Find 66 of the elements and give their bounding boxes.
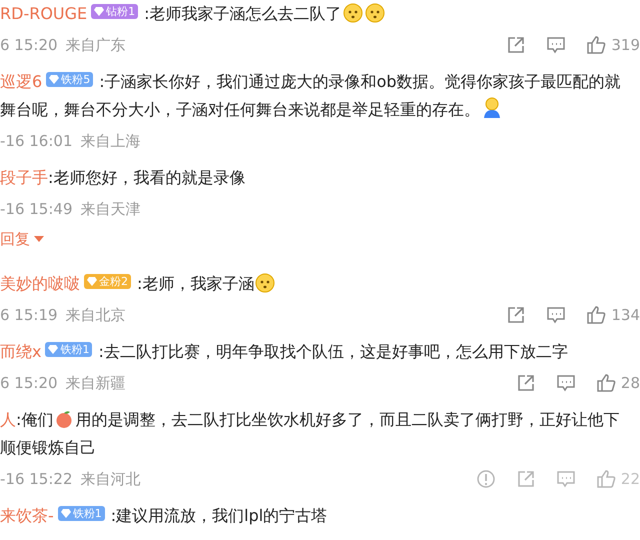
- location-label: 来自新疆: [66, 372, 126, 394]
- thumbs-up-icon: [586, 305, 606, 325]
- location-label: 来自北京: [66, 304, 126, 326]
- username-link[interactable]: 段子手: [0, 168, 48, 187]
- alert-icon: [476, 469, 496, 489]
- fan-badge: 铁粉5: [46, 72, 94, 86]
- share-icon: [506, 305, 526, 325]
- fan-badge: 铁粉1: [58, 506, 105, 520]
- comment-text: :去二队打比赛，明年争取找个队伍，这是好事吧，怎么用下放二字: [98, 342, 568, 361]
- comment-time: -16 16:01: [0, 130, 72, 152]
- comment-text: :建议用流放，我们lpl的宁古塔: [110, 506, 328, 525]
- share-icon: [516, 373, 536, 393]
- thumbs-up-icon: [586, 35, 606, 55]
- username-link[interactable]: 而绕x: [0, 342, 42, 361]
- comment-text: :老师，我家子涵: [137, 274, 276, 293]
- username-link[interactable]: 来饮茶-: [0, 506, 54, 525]
- share-button[interactable]: [506, 35, 526, 55]
- emoji-icon: [364, 3, 385, 23]
- like-button[interactable]: 319: [586, 34, 640, 56]
- username-link[interactable]: RD-ROUGE: [0, 4, 88, 23]
- share-button[interactable]: [516, 469, 536, 489]
- comment-icon: [556, 373, 576, 393]
- like-button[interactable]: 28: [596, 372, 640, 394]
- location-label: 来自天津: [80, 198, 140, 220]
- report-button[interactable]: [476, 469, 496, 489]
- comment-time: 6 15:20: [0, 34, 58, 56]
- fan-badge: 铁粉1: [45, 342, 92, 356]
- comment-time: -16 15:22: [0, 468, 72, 490]
- location-label: 来自广东: [66, 34, 126, 56]
- comment-icon: [546, 305, 566, 325]
- comment-text: 舞台呢，舞台不分大小，子涵对任何舞台来说都是举足轻重的存在。: [0, 96, 504, 124]
- username-link[interactable]: 巡逻6: [0, 72, 42, 91]
- figure-icon: [481, 97, 503, 119]
- share-button[interactable]: [506, 305, 526, 325]
- comment-icon: [556, 469, 576, 489]
- comment-button[interactable]: [556, 373, 576, 393]
- caret-icon: [33, 235, 45, 243]
- comment-button[interactable]: [546, 305, 566, 325]
- comment-text: :老师我家子涵怎么去二队了: [144, 4, 386, 23]
- comment-text: :俺们 用的是调整，去二队打比坐饮水机好多了，而且二队卖了俩打野，正好让他下: [16, 410, 620, 429]
- emoji-icon: [342, 3, 363, 23]
- like-button[interactable]: 134: [586, 304, 640, 326]
- comment-time: -16 15:49: [0, 198, 72, 220]
- replies-toggle[interactable]: 回复: [0, 226, 45, 252]
- share-icon: [506, 35, 526, 55]
- username-link[interactable]: 美妙的啵啵: [0, 274, 80, 293]
- fan-badge: 金粉2: [84, 274, 131, 288]
- thumbs-up-icon: [596, 373, 616, 393]
- comment-icon: [546, 35, 566, 55]
- comment-text: :子涵家长你好，我们通过庞大的录像和ob数据。觉得你家孩子最匹配的就: [99, 72, 621, 91]
- location-label: 来自河北: [80, 468, 140, 490]
- like-button[interactable]: 22: [596, 468, 640, 490]
- comment-time: 6 15:19: [0, 304, 58, 326]
- comment-text: 顺便锻炼自己: [0, 437, 96, 459]
- comment-button[interactable]: [546, 35, 566, 55]
- comment-text: :老师您好，我看的就是录像: [48, 168, 246, 187]
- share-icon: [516, 469, 536, 489]
- fan-badge: 钻粉1: [91, 4, 138, 18]
- comment-time: 6 15:20: [0, 372, 58, 394]
- share-button[interactable]: [516, 373, 536, 393]
- thumbs-up-icon: [596, 469, 616, 489]
- comment-button[interactable]: [556, 469, 576, 489]
- username-link[interactable]: 人: [0, 410, 16, 429]
- fruit-icon: [54, 409, 74, 429]
- emoji-icon: [255, 273, 276, 293]
- location-label: 来自上海: [80, 130, 140, 152]
